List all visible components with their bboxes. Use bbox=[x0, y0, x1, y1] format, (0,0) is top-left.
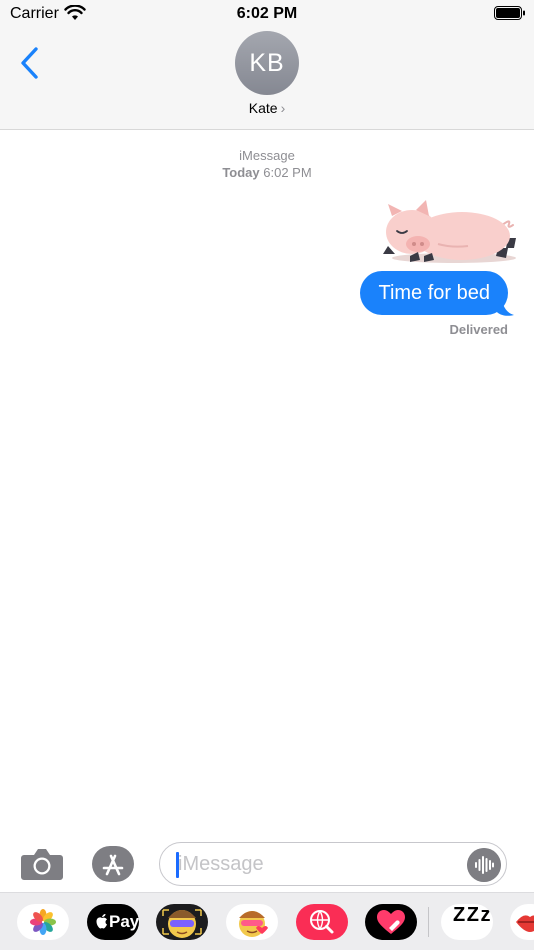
timestamp-time: 6:02 PM bbox=[263, 165, 312, 180]
lips-icon bbox=[516, 915, 534, 932]
contact-avatar[interactable]: KB bbox=[235, 31, 299, 95]
photos-flower-icon bbox=[30, 909, 56, 935]
outgoing-message-bubble[interactable]: Time for bed bbox=[360, 271, 508, 315]
apple-logo-icon bbox=[96, 914, 107, 929]
contact-name: Kate bbox=[248, 100, 278, 116]
message-text: Time for bed bbox=[378, 282, 490, 304]
status-bar: Carrier 6:02 PM bbox=[0, 0, 534, 28]
app-drawer: Pay Z Z z bbox=[0, 892, 534, 950]
thread-timestamp: iMessage Today 6:02 PM bbox=[0, 147, 534, 181]
bubble-tail bbox=[496, 293, 514, 316]
memoji-app-icon[interactable] bbox=[156, 904, 208, 940]
message-input-placeholder: iMessage bbox=[178, 853, 264, 875]
heart-touch-icon bbox=[377, 910, 405, 934]
photos-app-icon[interactable] bbox=[17, 904, 69, 940]
zzz-label: Z Z z bbox=[453, 904, 491, 926]
audio-waveform-icon[interactable] bbox=[467, 848, 501, 882]
memoji-stickers-app-icon[interactable] bbox=[226, 904, 278, 940]
zzz-sticker-app-icon[interactable]: Z Z z bbox=[441, 904, 493, 940]
memoji-sticker-icon bbox=[239, 911, 268, 937]
apple-pay-label: Pay bbox=[109, 912, 139, 931]
contact-name-button[interactable]: Kate › bbox=[0, 100, 534, 116]
camera-icon[interactable] bbox=[20, 846, 64, 882]
battery-icon bbox=[494, 6, 525, 20]
memoji-face-icon bbox=[162, 909, 202, 938]
app-store-icon[interactable] bbox=[90, 845, 136, 883]
back-chevron-icon[interactable] bbox=[18, 46, 40, 80]
digital-touch-app-icon[interactable] bbox=[365, 904, 417, 940]
drawer-separator bbox=[428, 907, 429, 937]
timestamp: Today 6:02 PM bbox=[0, 164, 534, 181]
sleeping-pig-sticker[interactable] bbox=[380, 200, 518, 264]
delivery-status: Delivered bbox=[449, 322, 508, 337]
conversation-header: KB Kate › bbox=[0, 28, 534, 130]
lips-sticker-app-icon[interactable] bbox=[510, 904, 534, 940]
globe-search-icon bbox=[310, 910, 334, 934]
contact-chevron-icon: › bbox=[280, 100, 286, 116]
web-images-app-icon[interactable] bbox=[296, 904, 348, 940]
message-input[interactable]: iMessage bbox=[159, 842, 507, 886]
apple-pay-app-icon[interactable]: Pay bbox=[87, 904, 139, 940]
status-time: 6:02 PM bbox=[236, 5, 298, 22]
service-label: iMessage bbox=[239, 148, 295, 163]
timestamp-day: Today bbox=[222, 165, 260, 180]
